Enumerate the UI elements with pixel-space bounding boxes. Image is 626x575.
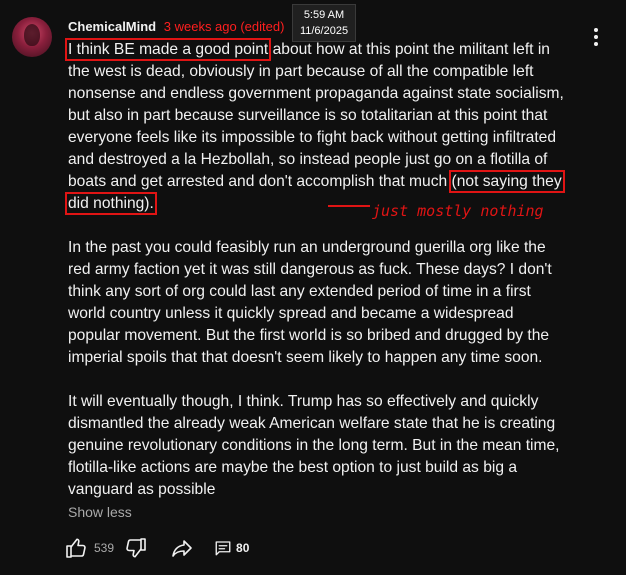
thumb-down-icon xyxy=(126,538,146,558)
show-less-button[interactable]: Show less xyxy=(68,504,132,520)
more-vert-icon[interactable] xyxy=(588,28,604,50)
share-icon xyxy=(172,540,192,557)
thumb-up-icon xyxy=(66,538,86,558)
reply-count: 80 xyxy=(236,541,250,555)
avatar-portrait xyxy=(24,24,40,46)
highlight-box-start: I think BE made a good point xyxy=(64,38,272,61)
comment-paragraph-3: It will eventually though, I think. Trum… xyxy=(68,393,560,498)
comment-paragraph-1: I think BE made a good point about how a… xyxy=(64,38,568,215)
reply-button[interactable]: 80 xyxy=(214,539,249,557)
comment-actions: 539 80 xyxy=(64,534,249,562)
clock-time: 5:59 AM xyxy=(303,9,345,21)
comment-timestamp[interactable]: 3 weeks ago (edited) xyxy=(164,19,285,34)
dislike-button[interactable] xyxy=(124,536,148,560)
system-clock-overlay: 5:59 AM 11/6/2025 xyxy=(292,4,356,42)
clock-date: 11/6/2025 xyxy=(299,25,349,37)
comment-thread: ChemicalMind 3 weeks ago (edited) 5:59 A… xyxy=(0,0,626,575)
annotation-arrow xyxy=(328,205,370,207)
like-count: 539 xyxy=(94,541,115,555)
share-button[interactable] xyxy=(170,536,194,560)
comment-body: I think BE made a good point about how a… xyxy=(64,38,568,523)
comment-icon xyxy=(215,541,231,556)
comment-header: ChemicalMind 3 weeks ago (edited) xyxy=(68,19,284,35)
avatar[interactable] xyxy=(12,17,52,57)
paragraph-1-text: about how at this point the militant lef… xyxy=(68,41,564,190)
like-button[interactable]: 539 xyxy=(64,536,124,560)
author-name[interactable]: ChemicalMind xyxy=(68,19,156,34)
annotation-note: just mostly nothing xyxy=(372,202,544,220)
comment-paragraph-2: In the past you could feasibly run an un… xyxy=(68,239,552,366)
